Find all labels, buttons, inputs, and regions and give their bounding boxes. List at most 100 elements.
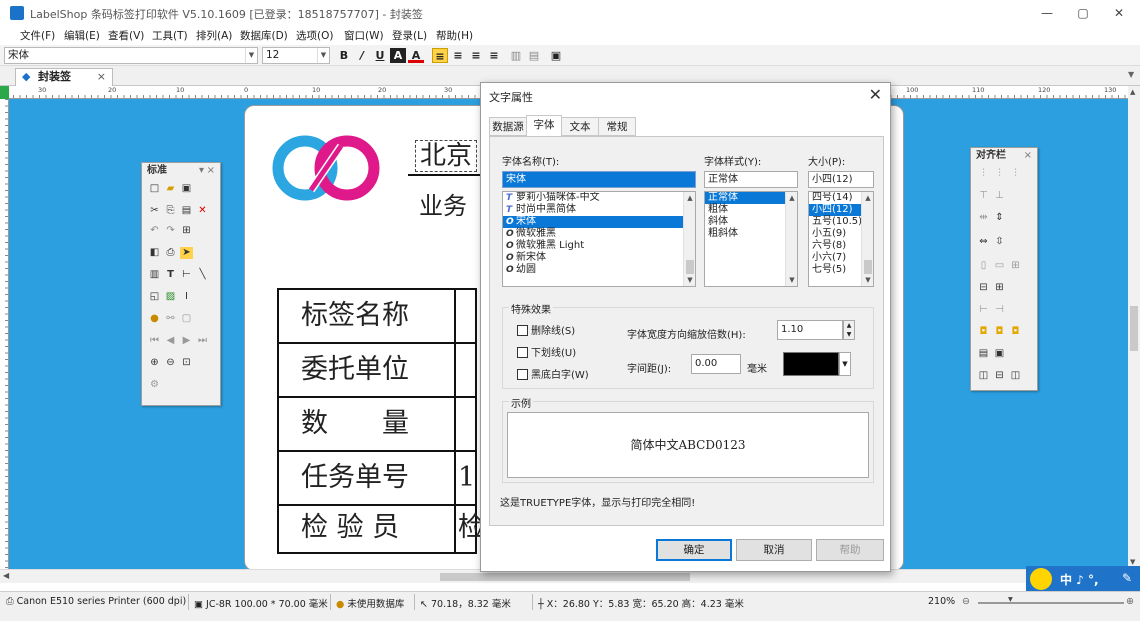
- page-setup-icon[interactable]: ▢: [180, 313, 193, 325]
- zoom-out-icon[interactable]: ⊖: [962, 596, 970, 607]
- table-row[interactable]: 标签名称: [279, 290, 475, 344]
- tab-datasource[interactable]: 数据源: [489, 117, 527, 136]
- document-tab[interactable]: ◆ 封装签 ×: [15, 68, 113, 86]
- font-list-item[interactable]: O 宋体: [503, 216, 695, 228]
- tab-list-icon[interactable]: ▼: [1128, 70, 1134, 79]
- wrench-icon[interactable]: ✎: [1122, 571, 1132, 585]
- align-top-icon[interactable]: ⊤: [977, 190, 990, 202]
- font-name-input[interactable]: 宋体: [502, 171, 696, 188]
- left-layout-icon[interactable]: ◫: [977, 370, 990, 382]
- font-list-item[interactable]: O 微软雅黑: [503, 228, 695, 240]
- font-style-input[interactable]: 正常体: [704, 171, 798, 188]
- same-height-icon[interactable]: ⇳: [993, 236, 1006, 248]
- minimize-button[interactable]: —: [1032, 4, 1062, 22]
- vertical-scrollbar[interactable]: ▲ ▼: [1128, 86, 1140, 569]
- table-row[interactable]: 数 量: [279, 398, 475, 452]
- font-list-scrollbar[interactable]: ▲ ▼: [683, 192, 695, 286]
- bold-button[interactable]: B: [336, 48, 352, 63]
- close-button[interactable]: ✕: [1104, 4, 1134, 22]
- next-page-icon[interactable]: ▶: [180, 335, 193, 347]
- scroll-thumb[interactable]: [1130, 306, 1138, 351]
- frame-icon[interactable]: ▣: [993, 348, 1006, 360]
- grid-icon[interactable]: ⊞: [180, 225, 193, 237]
- font-color-button[interactable]: A: [408, 48, 424, 63]
- font-size-combo[interactable]: 12 ▼: [262, 47, 330, 64]
- font-list-item[interactable]: T 萝莉小猫咪体-中文: [503, 192, 695, 204]
- print-preview-icon[interactable]: ◧: [148, 247, 161, 259]
- palette-menu-icon[interactable]: ▾: [199, 163, 204, 179]
- chevron-down-icon[interactable]: ▼: [839, 352, 851, 376]
- ok-button[interactable]: 确定: [656, 539, 732, 561]
- dialog-close-icon[interactable]: ✕: [869, 85, 882, 104]
- company-name-text[interactable]: 北京: [415, 140, 478, 172]
- distribute-h-icon[interactable]: ⇹: [977, 212, 990, 224]
- menu-database[interactable]: 数据库(D): [240, 28, 288, 43]
- tab-general[interactable]: 常规: [598, 117, 636, 136]
- barcode-icon[interactable]: ▥: [148, 269, 161, 281]
- center-page-icon[interactable]: ⊞: [1009, 260, 1022, 272]
- highlight-button[interactable]: A: [390, 48, 406, 63]
- bring-front-icon[interactable]: ◘: [977, 326, 990, 338]
- same-width-icon[interactable]: ⇔: [977, 236, 990, 248]
- zoom-out-icon[interactable]: ⊖: [164, 357, 177, 369]
- cursor-text-icon[interactable]: I: [180, 291, 193, 303]
- distribute-v-icon[interactable]: ⇕: [993, 212, 1006, 224]
- inverse-checkbox[interactable]: 黑底白字(W): [517, 366, 589, 381]
- zoom-slider[interactable]: [978, 602, 1124, 604]
- open-folder-icon[interactable]: ▰: [164, 183, 177, 195]
- subtitle-text[interactable]: 业务: [419, 186, 467, 221]
- ime-mascot-icon[interactable]: [1030, 568, 1052, 590]
- table-row[interactable]: 委托单位: [279, 344, 475, 398]
- image-tool-icon[interactable]: ▨: [164, 291, 177, 303]
- table-row[interactable]: 检 验 员检: [279, 506, 485, 552]
- align-center-h-icon[interactable]: ⫶: [993, 168, 1006, 180]
- table-icon[interactable]: ▤: [977, 348, 990, 360]
- cut-icon[interactable]: ✂: [148, 205, 161, 217]
- send-back-icon[interactable]: ◘: [993, 326, 1006, 338]
- unlock-icon[interactable]: ⊣: [993, 304, 1006, 316]
- bottom-layout-icon[interactable]: ⊟: [993, 370, 1006, 382]
- underline-button[interactable]: U: [372, 48, 388, 63]
- prev-page-icon[interactable]: ◀: [164, 335, 177, 347]
- line-tool-icon[interactable]: ⊢: [180, 269, 193, 281]
- lock-icon[interactable]: ⊢: [977, 304, 990, 316]
- font-style-list[interactable]: 正常体 粗体 斜体 粗斜体 ▲ ▼: [704, 191, 798, 287]
- undo-icon[interactable]: ↶: [148, 225, 161, 237]
- scroll-thumb[interactable]: [440, 573, 690, 581]
- properties-icon[interactable]: ▣: [548, 48, 564, 63]
- style-list-item[interactable]: 正常体: [705, 192, 797, 204]
- delete-icon[interactable]: ✕: [196, 205, 209, 217]
- align-right-icon[interactable]: ≡: [468, 48, 484, 63]
- menu-view[interactable]: 查看(V): [108, 28, 144, 43]
- palette-header[interactable]: 对齐栏 ×: [971, 148, 1037, 164]
- paste-icon[interactable]: ▤: [180, 205, 193, 217]
- zoom-in-icon[interactable]: ⊕: [148, 357, 161, 369]
- font-name-list[interactable]: T 萝莉小猫咪体-中文 T 时尚中黑简体 O 宋体 O 微软雅黑 O 微软雅黑 Light…: [502, 191, 696, 287]
- zoom-slider-thumb[interactable]: ▾: [1008, 594, 1013, 605]
- shape-tool-icon[interactable]: ◱: [148, 291, 161, 303]
- settings-icon[interactable]: ⚙: [148, 379, 161, 391]
- menu-help[interactable]: 帮助(H): [436, 28, 473, 43]
- font-name-combo[interactable]: 宋体 ▼: [4, 47, 258, 64]
- align-center-icon[interactable]: ≡: [450, 48, 466, 63]
- palette-close-icon[interactable]: ×: [207, 163, 215, 179]
- zoom-fit-icon[interactable]: ⊡: [180, 357, 193, 369]
- binoculars-icon[interactable]: ⚯: [164, 313, 177, 325]
- last-page-icon[interactable]: ⏭: [196, 335, 209, 347]
- rotate-text-icon[interactable]: ▤: [526, 48, 542, 63]
- menu-window[interactable]: 窗口(W): [344, 28, 384, 43]
- underline-checkbox[interactable]: 下划线(U): [517, 344, 576, 359]
- style-list-item[interactable]: 斜体: [705, 216, 797, 228]
- right-layout-icon[interactable]: ◫: [1009, 370, 1022, 382]
- align-left-edge-icon[interactable]: ⫶: [977, 168, 990, 180]
- tab-close-icon[interactable]: ×: [97, 69, 106, 85]
- table-row[interactable]: 任务单号 1: [279, 452, 475, 506]
- first-page-icon[interactable]: ⏮: [148, 335, 161, 347]
- menu-login[interactable]: 登录(L): [392, 28, 427, 43]
- menu-edit[interactable]: 编辑(E): [64, 28, 100, 43]
- font-list-item[interactable]: T 时尚中黑简体: [503, 204, 695, 216]
- copy-icon[interactable]: ⎘: [164, 205, 177, 217]
- help-button[interactable]: 帮助: [816, 539, 884, 561]
- style-list-item[interactable]: 粗斜体: [705, 228, 797, 240]
- font-list-item[interactable]: O 微软雅黑 Light: [503, 240, 695, 252]
